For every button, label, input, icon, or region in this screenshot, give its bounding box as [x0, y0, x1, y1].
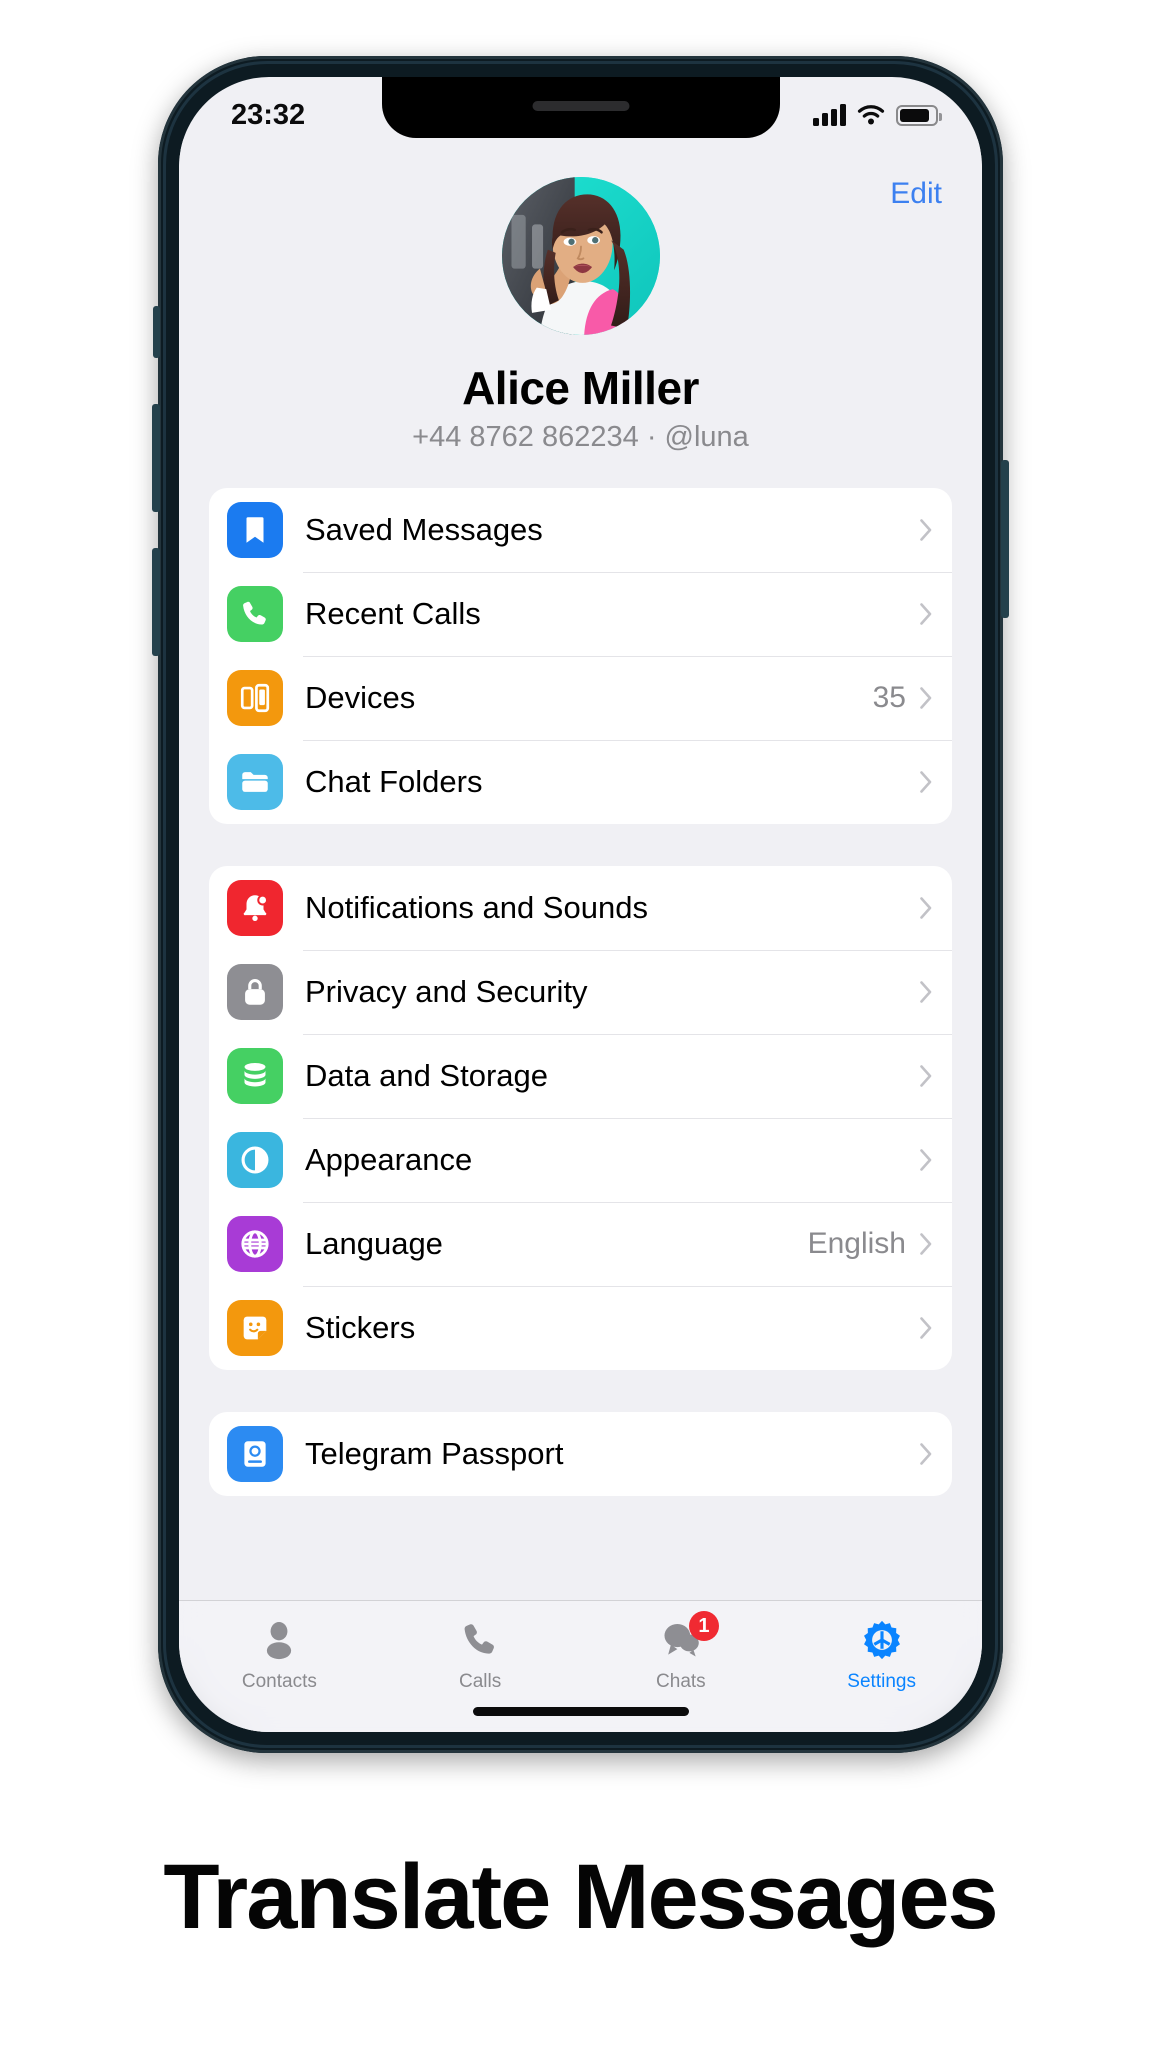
chevron-right-icon	[920, 519, 932, 541]
settings-row[interactable]: Notifications and Sounds	[209, 866, 952, 950]
silent-switch[interactable]	[153, 306, 160, 358]
settings-row[interactable]: Telegram Passport	[209, 1412, 952, 1496]
settings-row[interactable]: Data and Storage	[209, 1034, 952, 1118]
lock-icon	[227, 964, 283, 1020]
profile-header: Alice Miller +44 8762 862234 · @luna	[179, 139, 982, 454]
earpiece-speaker	[532, 101, 629, 111]
unread-badge: 1	[688, 1611, 719, 1641]
settings-row-label: Chat Folders	[305, 764, 483, 799]
settings-row-label: Appearance	[305, 1142, 473, 1177]
chevron-right-icon	[920, 1317, 932, 1339]
phone-icon	[227, 586, 283, 642]
bookmark-icon	[227, 502, 283, 558]
volume-up-button[interactable]	[152, 404, 160, 512]
settings-row-label: Telegram Passport	[305, 1436, 564, 1471]
chevron-right-icon	[920, 981, 932, 1003]
chevron-right-icon	[920, 603, 932, 625]
wifi-icon	[857, 105, 885, 125]
settings-row-label: Data and Storage	[305, 1058, 549, 1093]
settings-group: Telegram Passport	[209, 1412, 952, 1496]
chevron-right-icon	[920, 897, 932, 919]
volume-down-button[interactable]	[152, 548, 160, 656]
tab-contacts[interactable]: Contacts	[179, 1601, 380, 1732]
contrast-icon	[227, 1132, 283, 1188]
sticker-icon	[227, 1300, 283, 1356]
settings-row-label: Notifications and Sounds	[305, 890, 648, 925]
settings-group: Saved Messages Recent Calls Devices 35 Chat …	[209, 488, 952, 824]
chevron-right-icon	[920, 1149, 932, 1171]
settings-group: Notifications and Sounds Privacy and Secu…	[209, 866, 952, 1370]
globe-icon	[227, 1216, 283, 1272]
settings-row-label: Devices	[305, 680, 416, 715]
person-icon	[257, 1615, 301, 1665]
settings-row[interactable]: Recent Calls	[209, 572, 952, 656]
settings-row-label: Stickers	[305, 1310, 416, 1345]
notch	[381, 77, 780, 138]
passport-icon	[227, 1426, 283, 1482]
tab-settings[interactable]: Settings	[781, 1601, 982, 1732]
battery-icon	[896, 104, 942, 126]
settings-row[interactable]: Devices 35	[209, 656, 952, 740]
settings-row[interactable]: Privacy and Security	[209, 950, 952, 1034]
screenshot-stage: 23:32 Edit Alice Miller +44 8762 862234 …	[0, 0, 1160, 2052]
status-icons	[813, 104, 942, 126]
chevron-right-icon	[920, 1233, 932, 1255]
cellular-bars-icon	[813, 104, 846, 126]
settings-row[interactable]: Saved Messages	[209, 488, 952, 572]
gear-icon	[860, 1615, 904, 1665]
settings-row-label: Privacy and Security	[305, 974, 588, 1009]
chevron-right-icon	[920, 1065, 932, 1087]
avatar[interactable]	[501, 177, 660, 335]
tab-label: Settings	[847, 1671, 916, 1692]
home-indicator[interactable]	[472, 1707, 689, 1716]
tab-label: Contacts	[241, 1671, 317, 1692]
settings-row-label: Language	[305, 1226, 443, 1261]
settings-row-value: English	[807, 1227, 906, 1260]
profile-subtitle: +44 8762 862234 · @luna	[412, 421, 749, 453]
chevron-right-icon	[920, 771, 932, 793]
phone-screen: 23:32 Edit Alice Miller +44 8762 862234 …	[179, 77, 982, 1732]
caption-text: Translate Messages	[163, 1846, 998, 1948]
profile-name: Alice Miller	[462, 362, 699, 414]
tab-label: Calls	[459, 1671, 502, 1692]
settings-scroll[interactable]: Edit Alice Miller +44 8762 862234 · @lun…	[179, 139, 982, 1732]
phone-icon	[458, 1615, 502, 1665]
settings-row[interactable]: Language English	[209, 1202, 952, 1286]
power-button[interactable]	[1001, 460, 1009, 618]
chevron-right-icon	[920, 1443, 932, 1465]
edit-button[interactable]: Edit	[890, 177, 942, 211]
chats-icon: 1	[659, 1611, 719, 1665]
folder-icon	[227, 754, 283, 810]
chevron-right-icon	[920, 687, 932, 709]
phone-frame: 23:32 Edit Alice Miller +44 8762 862234 …	[152, 56, 1009, 1753]
tab-label: Chats	[656, 1671, 706, 1692]
settings-row[interactable]: Appearance	[209, 1118, 952, 1202]
settings-row[interactable]: Chat Folders	[209, 740, 952, 824]
devices-icon	[227, 670, 283, 726]
status-time: 23:32	[231, 98, 306, 131]
bell-icon	[227, 880, 283, 936]
settings-row-label: Recent Calls	[305, 596, 481, 631]
settings-groups: Saved Messages Recent Calls Devices 35 Chat …	[179, 488, 982, 1496]
settings-row-label: Saved Messages	[305, 512, 543, 547]
settings-row-value: 35	[872, 681, 906, 714]
settings-row[interactable]: Stickers	[209, 1286, 952, 1370]
database-icon	[227, 1048, 283, 1104]
